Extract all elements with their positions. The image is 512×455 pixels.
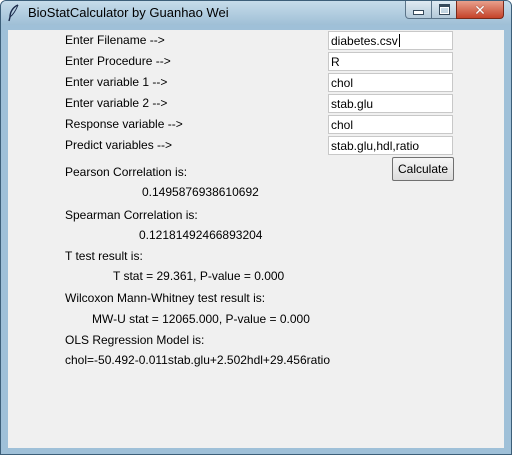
title-bar[interactable]: BioStatCalculator by Guanhao Wei ✕ — [1, 1, 511, 25]
feather-icon — [8, 4, 19, 22]
procedure-label: Enter Procedure --> — [65, 54, 171, 68]
wilcoxon-label: Wilcoxon Mann-Whitney test result is: — [65, 291, 266, 305]
spearman-label: Spearman Correlation is: — [65, 208, 198, 222]
maximize-icon — [438, 4, 450, 15]
close-button[interactable]: ✕ — [456, 1, 504, 19]
text-caret — [398, 34, 400, 47]
predict-variables-label: Predict variables --> — [65, 138, 173, 152]
ttest-label: T test result is: — [65, 249, 143, 263]
variable2-input[interactable]: stab.glu — [328, 94, 453, 113]
response-variable-input[interactable]: chol — [328, 115, 453, 134]
ols-value: chol=-50.492-0.011stab.glu+2.502hdl+29.4… — [65, 353, 330, 367]
window-title: BioStatCalculator by Guanhao Wei — [28, 5, 229, 20]
filename-input[interactable]: diabetes.csv — [328, 31, 453, 50]
close-icon: ✕ — [474, 1, 486, 18]
calculate-button[interactable]: Calculate — [392, 157, 454, 181]
client-area: Enter Filename --> diabetes.csv Enter Pr… — [8, 30, 504, 448]
filename-label: Enter Filename --> — [65, 33, 165, 47]
ttest-value: T stat = 29.361, P-value = 0.000 — [113, 269, 285, 283]
wilcoxon-value: MW-U stat = 12065.000, P-value = 0.000 — [92, 312, 310, 326]
variable1-label: Enter variable 1 --> — [65, 75, 168, 89]
pearson-label: Pearson Correlation is: — [65, 165, 188, 179]
filename-value: diabetes.csv — [331, 34, 398, 48]
variable2-label: Enter variable 2 --> — [65, 96, 168, 110]
pearson-value: 0.1495876938610692 — [142, 185, 259, 199]
procedure-input[interactable]: R — [328, 52, 453, 71]
minimize-button[interactable] — [405, 1, 432, 19]
maximize-button[interactable] — [431, 1, 457, 19]
predict-variables-input[interactable]: stab.glu,hdl,ratio — [328, 136, 453, 155]
response-variable-label: Response variable --> — [65, 117, 183, 131]
ols-label: OLS Regression Model is: — [65, 333, 205, 347]
app-window: BioStatCalculator by Guanhao Wei ✕ Enter… — [0, 0, 512, 455]
spearman-value: 0.12181492466893204 — [139, 228, 263, 242]
minimize-icon — [413, 10, 424, 15]
variable1-input[interactable]: chol — [328, 73, 453, 92]
